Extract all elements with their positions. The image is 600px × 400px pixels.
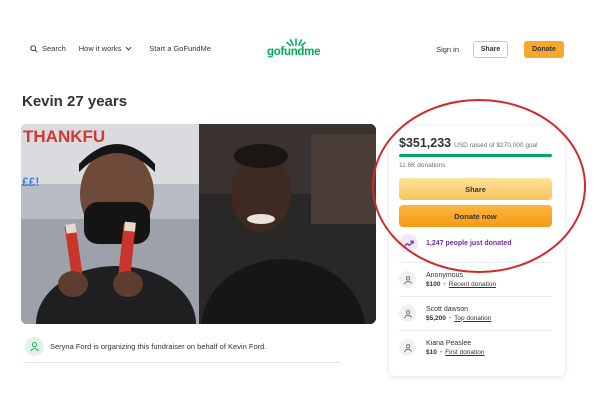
start-gofundme-link[interactable]: Start a GoFundMe [149, 44, 211, 53]
donor-avatar [399, 271, 416, 288]
donor-item: Kiana Peaslee $10 • First donation [399, 330, 552, 364]
separator-dot: • [443, 280, 446, 288]
trend-text: 1,247 people just donated [426, 240, 512, 247]
donor-name: Kiana Peaslee [426, 339, 472, 347]
progress-fill [399, 154, 552, 157]
nav-right: Sign in Share Donate [436, 41, 564, 58]
separator-dot: • [439, 348, 443, 356]
raised-goal-text: USD raised of $270,000 goal [454, 142, 538, 149]
trend-row: 1,247 people just donated [399, 234, 512, 253]
raised-amount: $351,233 [399, 136, 452, 150]
donor-name: Anonymous [426, 271, 463, 279]
search-icon [30, 44, 38, 53]
donor-tag-link[interactable]: First donation [445, 348, 484, 357]
progress-bar [399, 154, 552, 157]
donor-amount: $10 [426, 348, 437, 356]
start-label: Start a GoFundMe [149, 44, 211, 53]
chevron-down-icon [125, 46, 132, 51]
organizer-avatar [25, 337, 44, 356]
gofundme-logo[interactable]: gofundme [267, 38, 321, 60]
raised-summary: $351,233 USD raised of $270,000 goal [399, 136, 538, 150]
donor-name: Scott dawson [426, 305, 469, 313]
trending-up-icon [399, 234, 418, 253]
donor-amount: $5,200 [426, 314, 446, 322]
donations-count: 11.6K donations [399, 162, 446, 169]
organizer-text: Seryna Ford is organizing this fundraise… [50, 342, 267, 351]
search-link[interactable]: Search [30, 44, 66, 53]
header-donate-button[interactable]: Donate [524, 41, 564, 58]
search-label: Search [42, 44, 66, 53]
how-it-works-menu[interactable]: How it works [79, 44, 137, 53]
donor-tag-link[interactable]: Top donation [454, 314, 491, 323]
donor-tag-link[interactable]: Recent donation [449, 280, 496, 289]
page-title: Kevin 27 years [22, 93, 128, 110]
sign-in-link[interactable]: Sign in [436, 45, 459, 54]
organizer-row: Seryna Ford is organizing this fundraise… [25, 337, 266, 356]
donor-item: Scott dawson $5,200 • Top donation [399, 296, 552, 330]
donor-hand-icon [403, 343, 412, 352]
donation-card: $351,233 USD raised of $270,000 goal 11.… [389, 126, 565, 376]
share-button[interactable]: Share [399, 178, 552, 200]
donor-hand-icon [403, 275, 412, 284]
logo-text: gofundme [267, 46, 321, 58]
svg-text:££!: ££! [22, 175, 39, 189]
donor-amount: $100 [426, 280, 441, 288]
divider [24, 362, 340, 363]
site-header: Search How it works Start a GoFundMe gof… [0, 0, 600, 100]
donor-item: Anonymous $100 • Recent donation [399, 262, 552, 296]
how-it-works-label: How it works [78, 44, 122, 53]
donor-avatar [399, 339, 416, 356]
campaign-photo: THANKFU ££! [21, 124, 376, 324]
separator-dot: • [448, 314, 452, 322]
nav-left: Search How it works Start a GoFundMe [30, 44, 224, 53]
donor-avatar [399, 305, 416, 322]
donor-list: Anonymous $100 • Recent donation Scott d… [399, 262, 552, 364]
header-share-button[interactable]: Share [473, 41, 508, 58]
hero-thankful-text: THANKFU [23, 127, 105, 146]
user-icon [30, 342, 39, 352]
donor-hand-icon [403, 309, 412, 318]
logo-sun-icon [286, 38, 306, 46]
donate-now-button[interactable]: Donate now [399, 205, 552, 227]
